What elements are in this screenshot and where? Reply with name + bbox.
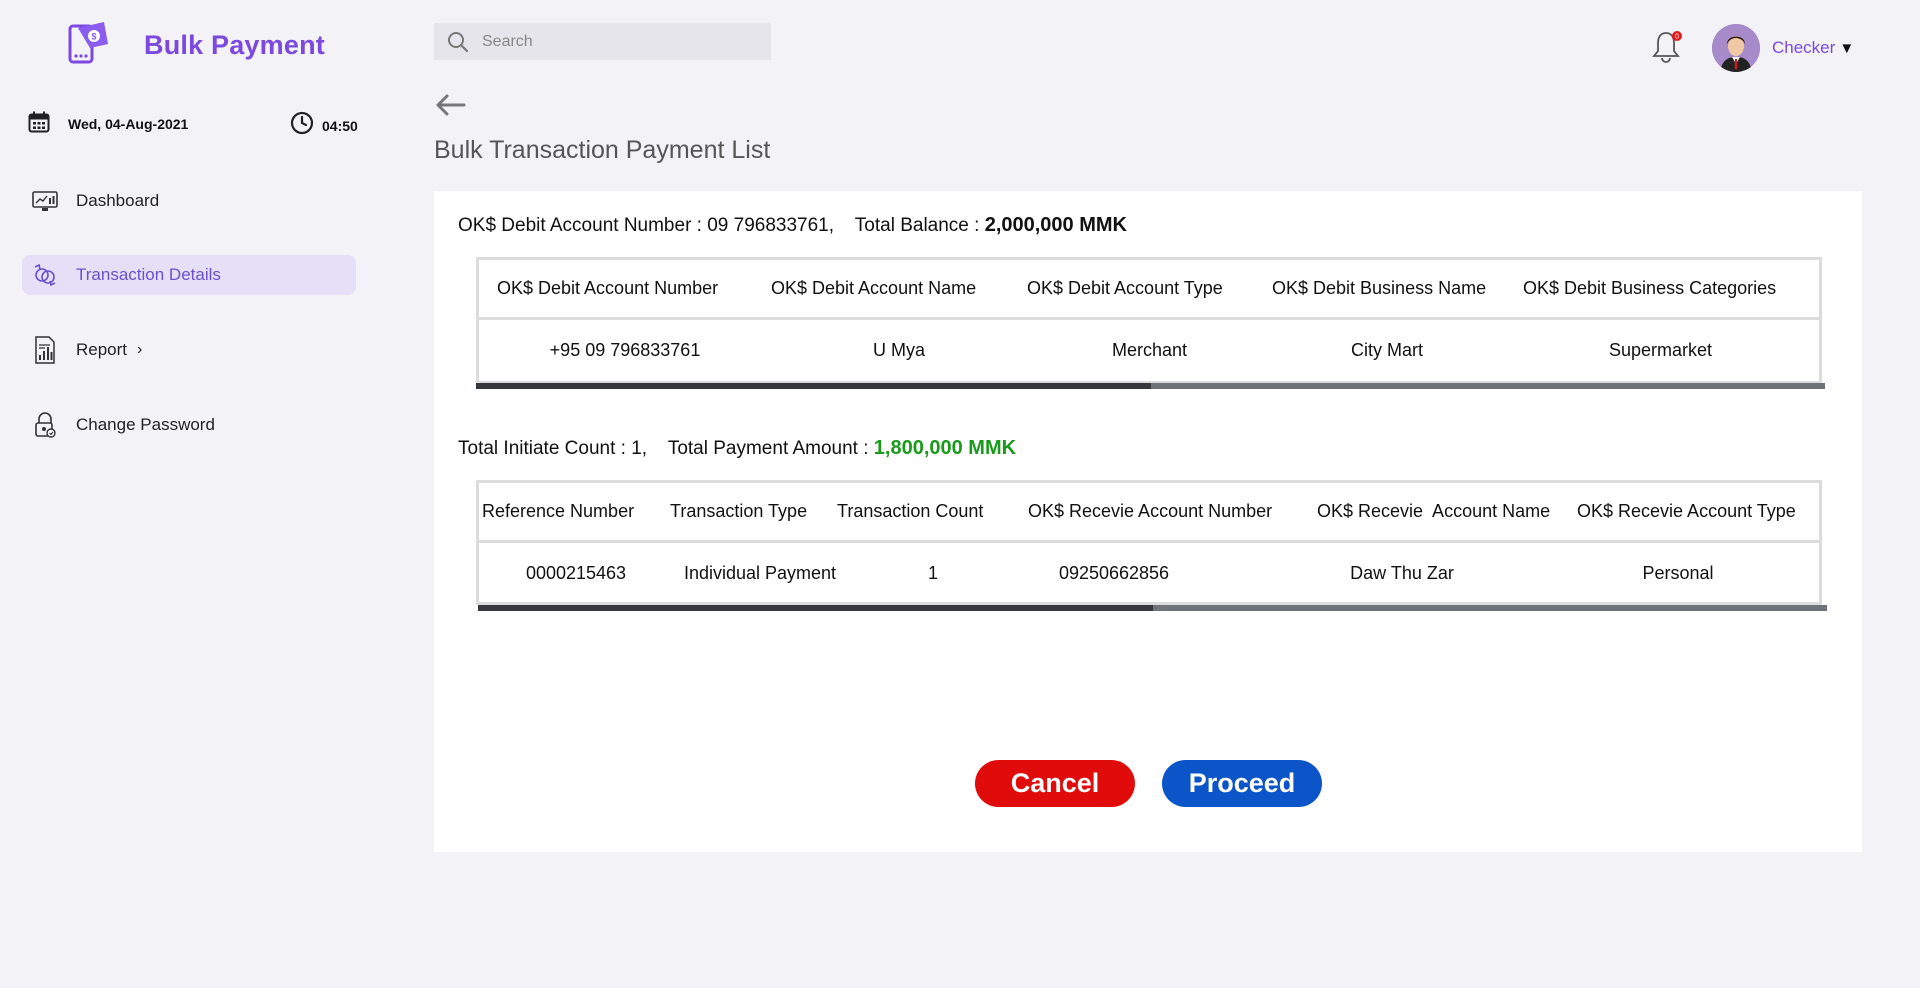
dashboard-icon (32, 188, 58, 214)
cancel-button[interactable]: Cancel (975, 760, 1135, 807)
svg-text:$: $ (92, 32, 97, 42)
notification-button[interactable]: 0 (1650, 29, 1684, 65)
calendar-icon (28, 111, 50, 138)
table-row[interactable]: 0000215463 Individual Payment 1 09250662… (479, 543, 1819, 603)
column-header: OK$ Debit Account Type (1027, 278, 1223, 298)
sidebar-item-label: Transaction Details (76, 265, 221, 284)
clock-icon (290, 111, 314, 140)
column-header: Transaction Type (670, 501, 808, 521)
current-date: Wed, 04-Aug-2021 (68, 116, 189, 132)
caret-down-icon: ▼ (1839, 39, 1855, 57)
brand: $ Bulk Payment (64, 22, 325, 68)
scrollbar-thumb[interactable] (476, 383, 1151, 389)
user-name: Checker (1772, 38, 1836, 57)
table-cell: 1 (927, 562, 938, 583)
table-cell: Personal (1642, 562, 1714, 583)
avatar[interactable] (1712, 24, 1760, 72)
table-cell: 0000215463 (525, 562, 627, 583)
payment-summary-text: Total Initiate Count : 1, Total Payment … (458, 438, 874, 459)
scrollbar-thumb[interactable] (478, 605, 1153, 611)
table-cell: Daw Thu Zar (1350, 562, 1454, 583)
search-bar[interactable] (434, 23, 771, 60)
chevron-right-icon: › (137, 341, 143, 358)
arrow-left-icon (436, 94, 466, 116)
search-icon (446, 30, 470, 54)
user-menu[interactable]: Checker ▼ (1772, 38, 1854, 58)
sidebar-item-change-password[interactable]: Change Password (22, 405, 356, 445)
table-cell: City Mart (1351, 339, 1423, 360)
column-header: OK$ Recevie Account Number (1028, 501, 1273, 521)
report-icon (32, 336, 58, 364)
sidebar-item-label: Change Password (76, 415, 215, 434)
proceed-button[interactable]: Proceed (1162, 760, 1322, 807)
column-header: OK$ Recevie Account Name (1317, 501, 1551, 521)
table-header-row: Reference Number Transaction Type Transa… (479, 483, 1819, 543)
table-cell: Merchant (1111, 339, 1188, 360)
back-button[interactable] (434, 92, 468, 118)
lock-icon (32, 412, 58, 438)
column-header: OK$ Debit Account Number (497, 278, 719, 298)
page-title: Bulk Transaction Payment List (434, 136, 771, 164)
table-row[interactable]: +95 09 796833761 U Mya Merchant City Mar… (479, 320, 1819, 380)
total-balance: 2,000,000 MMK (984, 214, 1127, 236)
payment-summary: Total Initiate Count : 1, Total Payment … (458, 437, 1016, 460)
sidebar-item-report[interactable]: Report › (22, 330, 356, 370)
column-header: Transaction Count (837, 501, 984, 521)
current-time: 04:50 (322, 117, 358, 134)
sidebar-item-label: Dashboard (76, 191, 160, 210)
table-cell: Supermarket (1608, 339, 1713, 360)
debit-summary-text: OK$ Debit Account Number : 09 796833761,… (458, 215, 985, 236)
table-cell: +95 09 796833761 (549, 339, 701, 360)
bell-icon: 0 (1652, 31, 1682, 63)
payment-table: Reference Number Transaction Type Transa… (476, 480, 1822, 605)
debit-summary: OK$ Debit Account Number : 09 796833761,… (458, 214, 1127, 237)
column-header: OK$ Debit Account Name (771, 278, 977, 298)
brand-title: Bulk Payment (144, 29, 325, 60)
table-header-row: OK$ Debit Account Number OK$ Debit Accou… (479, 260, 1819, 320)
debit-table: OK$ Debit Account Number OK$ Debit Accou… (476, 257, 1822, 384)
sidebar-item-dashboard[interactable]: Dashboard (22, 181, 356, 221)
table-cell: 09250662856 (1058, 562, 1170, 583)
column-header: OK$ Debit Business Name (1272, 278, 1487, 298)
column-header: Reference Number (482, 501, 635, 521)
datetime-row: Wed, 04-Aug-2021 04:50 (28, 111, 368, 137)
wallet-phone-icon: $ (64, 22, 110, 68)
sidebar-item-label: Report (76, 340, 128, 359)
debit-table-scrollbar[interactable] (476, 383, 1825, 389)
search-input[interactable] (482, 32, 762, 51)
total-payment-amount: 1,800,000 MMK (873, 437, 1017, 459)
transaction-icon (32, 262, 58, 288)
notification-count: 0 (1675, 34, 1679, 41)
sidebar-item-transaction-details[interactable]: Transaction Details (22, 255, 356, 295)
payment-card: OK$ Debit Account Number : 09 796833761,… (434, 191, 1862, 852)
table-cell: Individual Payment (683, 562, 837, 583)
column-header: OK$ Debit Business Categories (1523, 278, 1777, 298)
column-header: OK$ Recevie Account Type (1577, 501, 1796, 521)
table-cell: U Mya (872, 339, 925, 360)
payment-table-scrollbar[interactable] (478, 605, 1827, 611)
